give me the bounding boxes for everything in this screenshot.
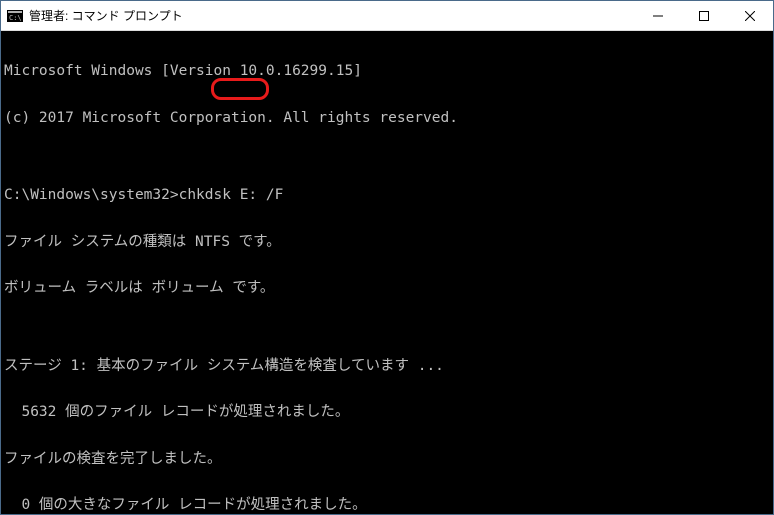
terminal-output[interactable]: Microsoft Windows [Version 10.0.16299.15… bbox=[1, 31, 773, 514]
svg-text:C:\: C:\ bbox=[9, 14, 22, 22]
minimize-button[interactable] bbox=[635, 1, 681, 30]
terminal-line: 5632 個のファイル レコードが処理されました。 bbox=[4, 405, 770, 421]
titlebar: C:\ 管理者: コマンド プロンプト bbox=[1, 1, 773, 31]
terminal-line: ファイル システムの種類は NTFS です。 bbox=[4, 235, 770, 251]
annotation-highlight bbox=[211, 78, 269, 100]
terminal-line: ステージ 1: 基本のファイル システム構造を検査しています ... bbox=[4, 359, 770, 375]
terminal-line: ボリューム ラベルは ボリューム です。 bbox=[4, 281, 770, 297]
terminal-line: (c) 2017 Microsoft Corporation. All righ… bbox=[4, 111, 770, 127]
maximize-button[interactable] bbox=[681, 1, 727, 30]
close-button[interactable] bbox=[727, 1, 773, 30]
terminal-line: 0 個の大きなファイル レコードが処理されました。 bbox=[4, 498, 770, 514]
terminal-line: Microsoft Windows [Version 10.0.16299.15… bbox=[4, 64, 770, 80]
window-controls bbox=[635, 1, 773, 30]
terminal-line: ファイルの検査を完了しました。 bbox=[4, 452, 770, 468]
window-title: 管理者: コマンド プロンプト bbox=[29, 7, 635, 24]
cmd-icon: C:\ bbox=[7, 8, 23, 24]
terminal-line: C:\Windows\system32>chkdsk E: /F bbox=[4, 188, 770, 204]
